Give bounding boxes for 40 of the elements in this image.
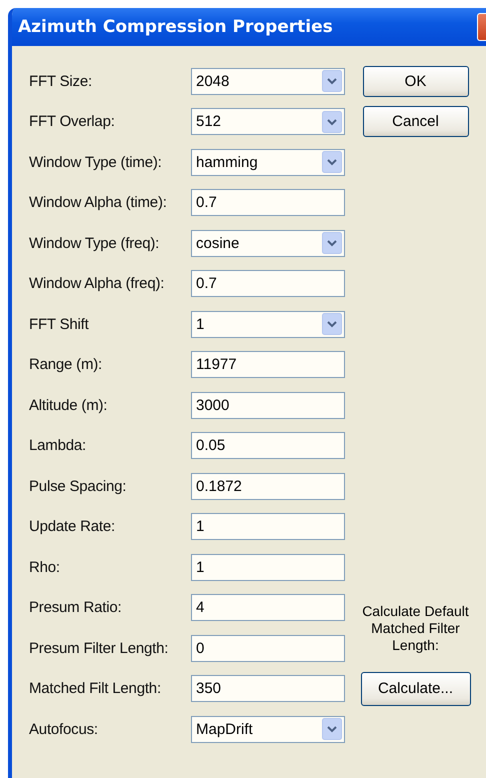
field-label: Matched Filt Length: — [29, 680, 162, 698]
field-label: Altitude (m): — [29, 396, 108, 414]
matched-filter-note: Calculate Default Matched Filter Length: — [361, 602, 470, 654]
dropdown-field[interactable]: cosine — [191, 230, 345, 257]
field-label: FFT Size: — [29, 72, 93, 90]
input-field[interactable]: 0.1872 — [191, 472, 345, 500]
field-label: Update Rate: — [29, 518, 116, 536]
window-title: Azimuth Compression Properties — [17, 17, 333, 37]
input-field[interactable]: 1 — [191, 554, 345, 581]
field-label: FFT Shift — [29, 316, 90, 333]
field-label: FFT Overlap: — [29, 113, 116, 130]
field-label: Window Alpha (time): — [29, 194, 168, 212]
dropdown-field[interactable]: MapDrift — [191, 716, 345, 743]
field-label: Presum Ratio: — [29, 599, 122, 616]
field-label: Range (m): — [29, 356, 104, 374]
input-field[interactable]: 0.7 — [191, 270, 345, 298]
field-label: Presum Filter Length: — [29, 640, 170, 657]
input-field[interactable]: 350 — [191, 675, 345, 702]
dropdown-field[interactable]: 1 — [191, 310, 345, 338]
ok-button[interactable]: OK — [362, 66, 468, 97]
dropdown-field[interactable]: 2048 — [191, 68, 345, 95]
input-field[interactable]: 3000 — [191, 392, 345, 419]
cancel-button[interactable]: Cancel — [362, 106, 468, 138]
input-field[interactable]: 0.05 — [191, 432, 345, 460]
field-label: Window Alpha (freq): — [29, 275, 166, 292]
field-label: Pulse Spacing: — [29, 478, 128, 495]
field-label: Autofocus: — [29, 720, 99, 738]
field-label: Lambda: — [29, 437, 87, 454]
dropdown-field[interactable]: 512 — [191, 108, 345, 136]
dropdown-field[interactable]: hamming — [191, 148, 345, 176]
input-field[interactable]: 11977 — [191, 351, 345, 378]
input-field[interactable]: 4 — [191, 594, 345, 622]
field-label: Window Type (freq): — [29, 234, 160, 252]
input-field[interactable]: 0 — [191, 634, 345, 662]
calculate-button[interactable]: Calculate... — [360, 672, 470, 706]
field-label: Window Type (time): — [29, 154, 163, 171]
input-field[interactable]: 0.7 — [191, 189, 345, 216]
field-label: Rho: — [29, 558, 61, 576]
input-field[interactable]: 1 — [191, 513, 345, 540]
close-button[interactable] — [477, 13, 486, 41]
